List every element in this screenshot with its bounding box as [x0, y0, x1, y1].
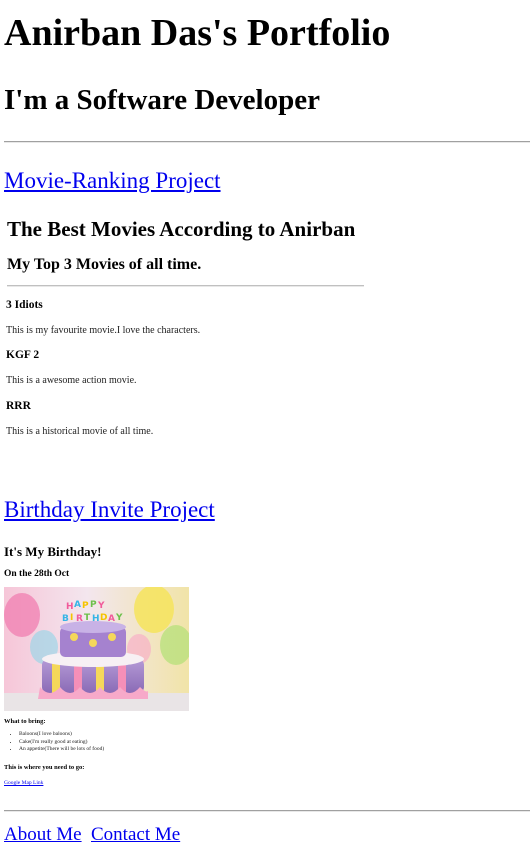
- svg-text:H: H: [92, 614, 100, 624]
- contact-me-link[interactable]: Contact Me: [91, 824, 180, 846]
- movie-title: 3 Idiots: [6, 299, 43, 311]
- header-divider: [4, 141, 530, 143]
- svg-text:D: D: [100, 613, 107, 623]
- bring-list: Baloons(I love baloons) Cake(I'm really …: [19, 731, 104, 754]
- movie-description: This is a awesome action movie.: [6, 375, 137, 386]
- movie-ranking-project-link[interactable]: Movie-Ranking Project: [4, 167, 221, 195]
- list-item: Baloons(I love baloons): [19, 731, 104, 739]
- footer-divider: [4, 810, 530, 812]
- where-to-go-label: This is where you need to go:: [4, 764, 85, 771]
- birthday-cake-image: H A P P Y B I R T H D A Y: [4, 587, 189, 711]
- birthday-heading: It's My Birthday!: [4, 544, 102, 559]
- google-map-link[interactable]: Google Map Link: [4, 779, 43, 787]
- what-to-bring-label: What to bring:: [4, 718, 46, 725]
- svg-text:P: P: [82, 601, 89, 611]
- svg-text:I: I: [70, 613, 73, 623]
- svg-text:A: A: [108, 614, 115, 624]
- page-title: Anirban Das's Portfolio: [4, 12, 391, 54]
- svg-text:P: P: [90, 600, 97, 610]
- birthday-date: On the 28th Oct: [4, 569, 70, 579]
- svg-text:T: T: [84, 613, 91, 623]
- birthday-invite-project-link[interactable]: Birthday Invite Project: [4, 496, 215, 524]
- list-item: An appetite(There will be lots of food): [19, 746, 104, 754]
- svg-text:Y: Y: [97, 601, 105, 611]
- page-subtitle: I'm a Software Developer: [4, 84, 320, 116]
- movie-ranking-divider: [7, 285, 364, 287]
- svg-text:R: R: [76, 614, 83, 624]
- svg-text:B: B: [62, 614, 69, 624]
- svg-text:A: A: [74, 600, 81, 610]
- svg-text:Y: Y: [115, 613, 123, 623]
- movie-ranking-subheading: My Top 3 Movies of all time.: [7, 256, 202, 273]
- movie-description: This is a historical movie of all time.: [6, 426, 154, 437]
- movie-description: This is my favourite movie.I love the ch…: [6, 325, 201, 336]
- svg-text:H: H: [66, 602, 74, 612]
- movie-ranking-heading: The Best Movies According to Anirban: [7, 217, 356, 241]
- about-me-link[interactable]: About Me: [4, 824, 82, 846]
- movie-title: KGF 2: [6, 349, 40, 361]
- movie-title: RRR: [6, 400, 31, 412]
